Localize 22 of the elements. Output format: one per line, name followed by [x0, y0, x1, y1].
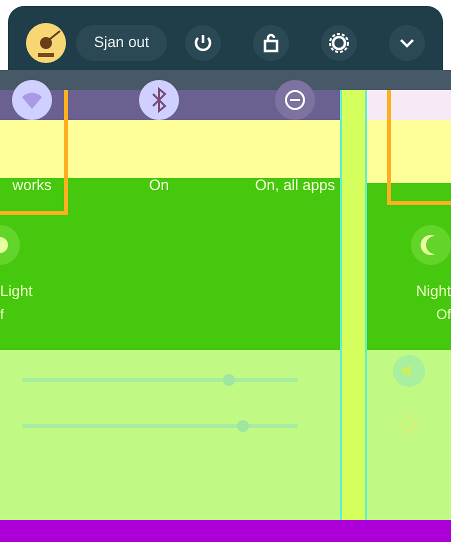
side-tile[interactable]	[387, 90, 451, 205]
wifi-icon[interactable]	[12, 80, 52, 120]
tile-title: Night	[416, 282, 451, 302]
bluetooth-icon[interactable]	[139, 80, 179, 120]
tile-subtitle: Of	[436, 304, 451, 324]
slider-thumb[interactable]	[223, 374, 235, 386]
night-light-icon[interactable]	[0, 225, 20, 265]
speaker-icon[interactable]	[393, 354, 425, 386]
avatar[interactable]	[26, 23, 66, 63]
moon-icon[interactable]	[411, 225, 451, 265]
sign-out-button[interactable]: Sjan out	[76, 25, 168, 61]
power-icon[interactable]	[185, 25, 222, 61]
tile-title: Light	[0, 282, 33, 302]
tile-subtitle: f	[0, 304, 4, 324]
settings-icon[interactable]	[321, 25, 358, 61]
tile-subtitle: works	[12, 176, 52, 196]
slider-thumb[interactable]	[236, 420, 249, 432]
chevron-down-icon[interactable]	[389, 25, 425, 61]
tile-subtitle: On, all apps	[254, 176, 336, 196]
do-not-disturb-icon[interactable]	[275, 80, 315, 120]
tile-subtitle: On	[148, 176, 169, 196]
lock-icon[interactable]	[253, 25, 290, 61]
